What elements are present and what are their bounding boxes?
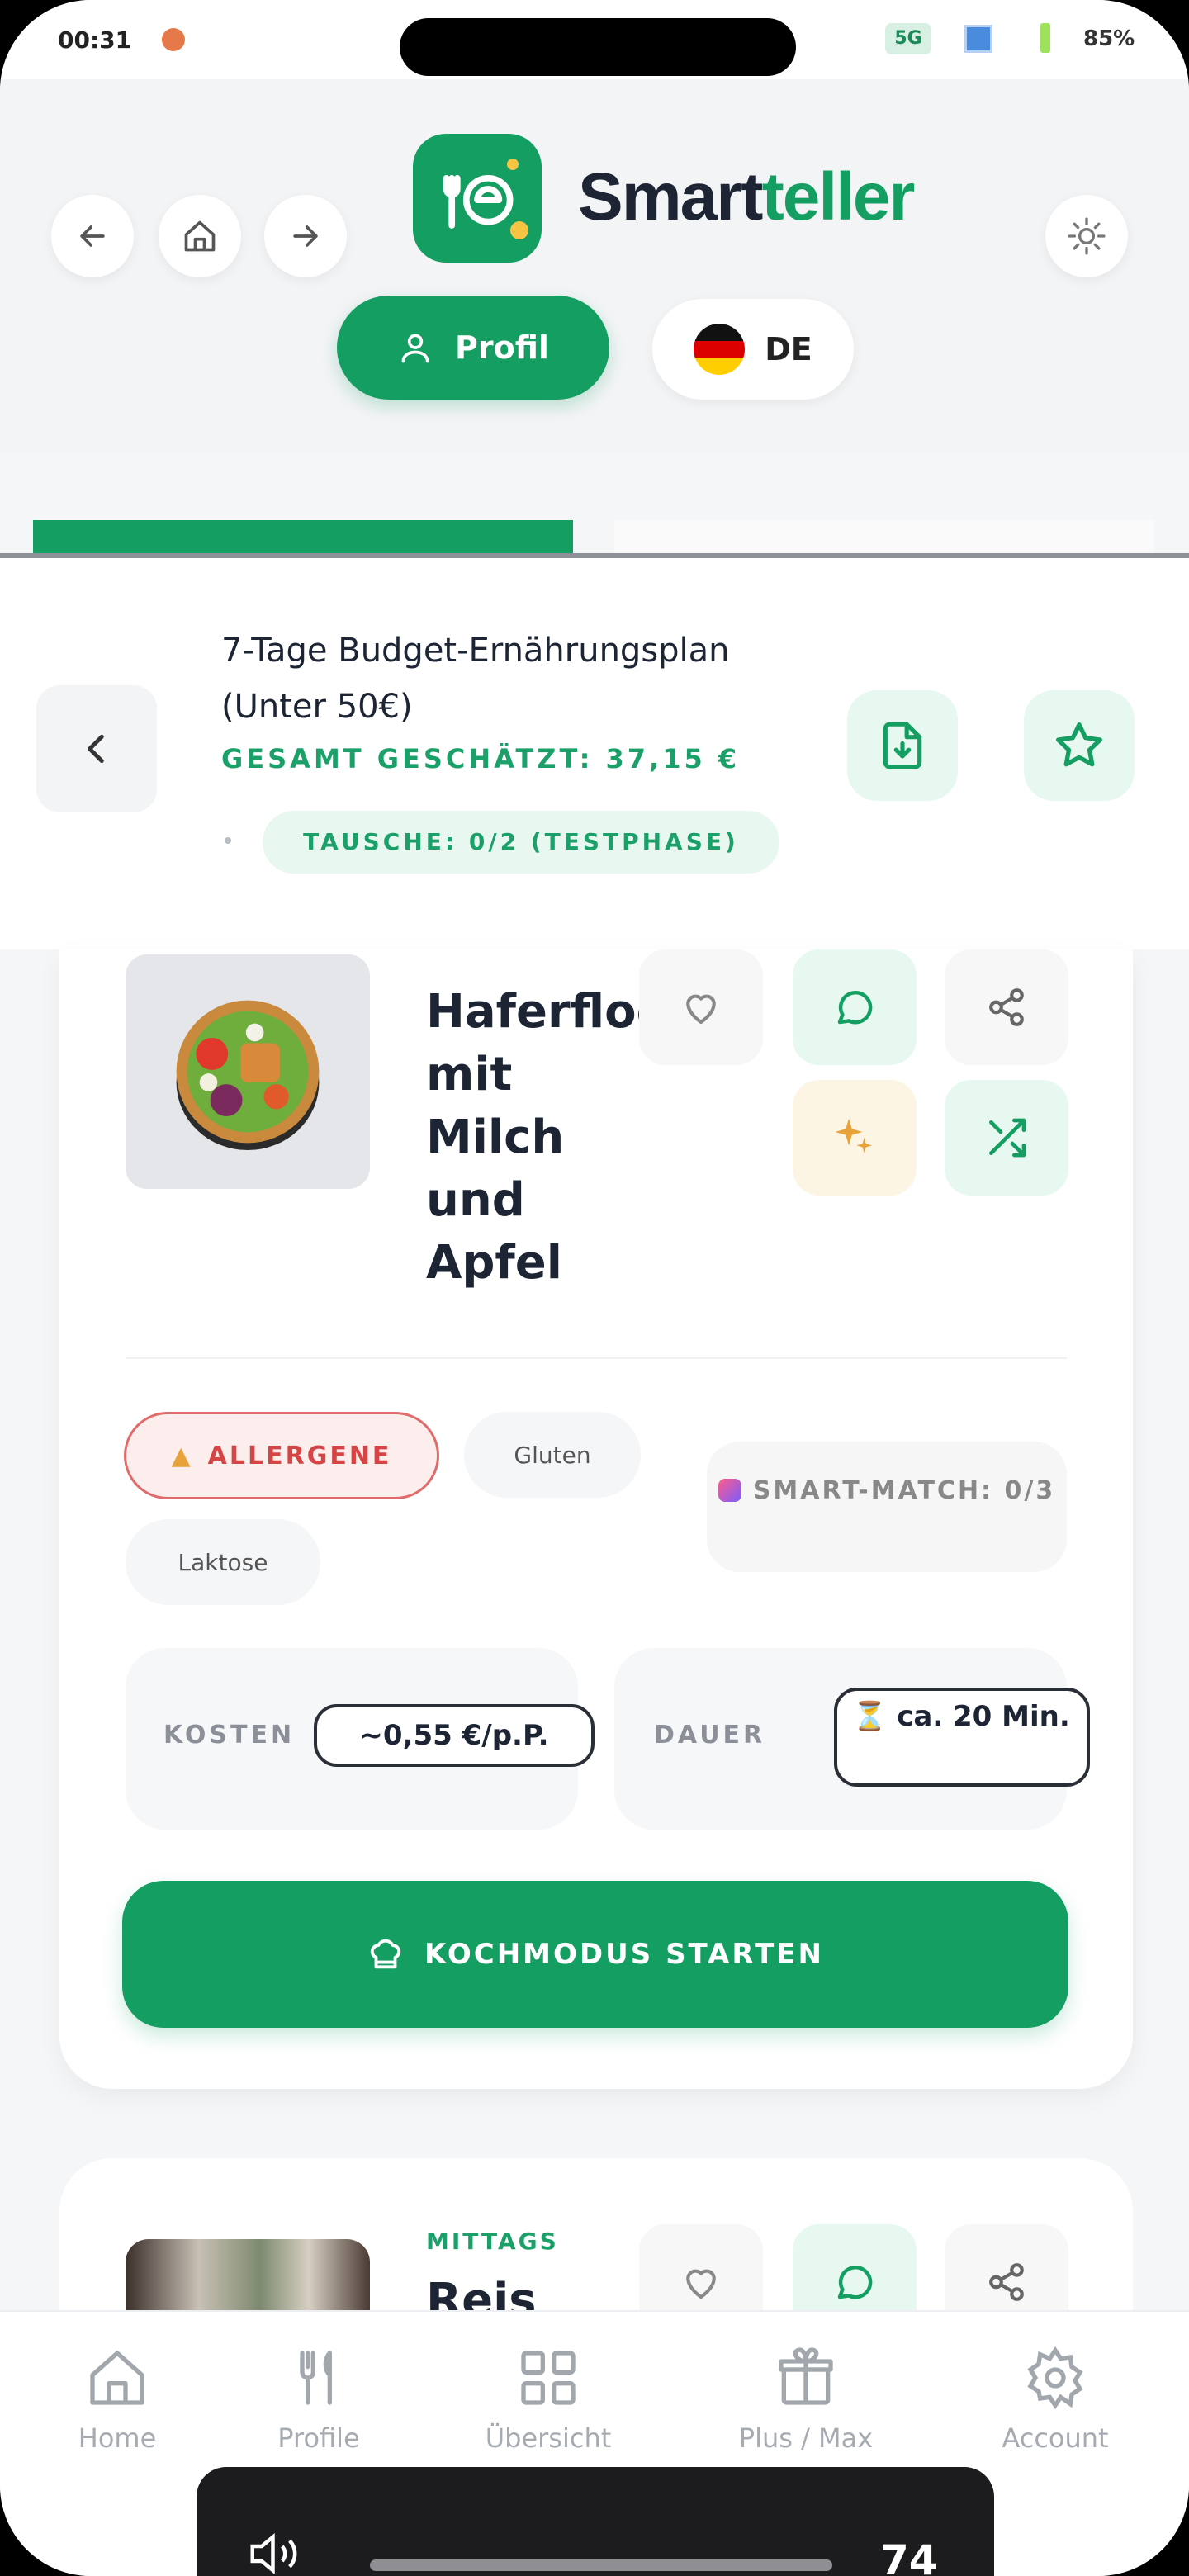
star-icon xyxy=(1056,722,1102,767)
plan-title: 7-Tage Budget-Ernährungsplan (Unter 50€) xyxy=(221,632,730,726)
chat-bubble-icon xyxy=(837,991,873,1025)
fork-knife-icon xyxy=(300,2351,332,2405)
start-cooking-button[interactable]: KOCHMODUS STARTEN xyxy=(122,1881,1068,2028)
battery-icon xyxy=(1040,23,1050,53)
swap-indicator-dot xyxy=(225,837,231,844)
user-icon xyxy=(401,334,429,363)
heart-icon xyxy=(686,994,716,1025)
chevron-left-icon xyxy=(88,734,104,764)
shuffle-icon xyxy=(989,1118,1026,1158)
sparkle-icon xyxy=(835,1118,872,1153)
meal-category: MITTAGS xyxy=(426,2228,559,2255)
heart-icon xyxy=(686,2269,716,2299)
phone-screen: 00:31 5G 85% Smartteller Profil DE 7-Tag… xyxy=(0,0,1189,2576)
card-divider xyxy=(126,1357,1067,1359)
cost-value: ~0,55 €/p.P. xyxy=(314,1704,594,1767)
duration-value: ⏳ ca. 20 Min. xyxy=(834,1688,1090,1787)
smart-match-icon xyxy=(718,1479,741,1502)
nav-overview[interactable]: Übersicht xyxy=(449,2345,647,2454)
camera-notch xyxy=(400,18,796,76)
swap-meal-button[interactable] xyxy=(945,1080,1068,1196)
gallery-icon xyxy=(964,25,992,53)
share-icon xyxy=(989,988,1024,1026)
ai-sparkle-button[interactable] xyxy=(793,1080,917,1196)
chef-hat-icon xyxy=(370,1939,401,1969)
notification-icon xyxy=(162,28,185,51)
back-arrow-icon[interactable] xyxy=(51,195,134,277)
speaker-icon xyxy=(250,2532,297,2575)
forward-arrow-icon[interactable] xyxy=(264,195,347,277)
volume-slider[interactable] xyxy=(370,2559,832,2571)
share-icon xyxy=(989,2263,1024,2301)
like-button[interactable] xyxy=(639,949,763,1065)
status-bar: 00:31 5G 85% xyxy=(0,0,1189,79)
plan-header: 7-Tage Budget-Ernährungsplan (Unter 50€)… xyxy=(0,558,1189,949)
export-pdf-button[interactable] xyxy=(847,690,958,801)
smartteller-logo[interactable] xyxy=(413,134,542,263)
profile-button[interactable]: Profil xyxy=(337,296,609,400)
dish-name: Haferflocken mit Milch und Apfel xyxy=(426,985,674,1290)
cost-label: KOSTEN xyxy=(163,1721,296,1750)
gear-icon xyxy=(1027,2346,1083,2410)
cost-box: KOSTEN ~0,55 €/p.P. xyxy=(126,1648,594,1830)
app-header: Smartteller Profil DE xyxy=(0,79,1189,586)
logo-accent-dot xyxy=(510,221,528,239)
plan-total-cost: GESAMT GESCHÄTZT: 37,15 € xyxy=(221,743,741,774)
allergens-badge: ▲ ALLERGENE xyxy=(124,1412,439,1499)
brand-name: Smartteller xyxy=(578,159,915,234)
swap-counter-badge: TAUSCHE: 0/2 (TESTPHASE) xyxy=(263,811,779,874)
volume-overlay: 74 xyxy=(197,2467,994,2576)
meal-photo xyxy=(126,954,370,1189)
timer-icon: ⏳ xyxy=(852,1700,898,1733)
nav-plus-max[interactable]: Plus / Max xyxy=(707,2345,905,2454)
nav-account[interactable]: Account xyxy=(956,2345,1154,2454)
german-flag-icon xyxy=(694,324,746,375)
duration-box: DAUER ⏳ ca. 20 Min. xyxy=(614,1648,1090,1830)
favorite-plan-button[interactable] xyxy=(1024,690,1135,801)
battery-percent: 85% xyxy=(1083,26,1135,51)
nav-home[interactable]: Home xyxy=(18,2345,216,2454)
nav-profile[interactable]: Profile xyxy=(220,2345,418,2454)
grid-icon xyxy=(521,2351,576,2405)
duration-label: DAUER xyxy=(654,1721,766,1750)
network-badge: 5G xyxy=(885,23,931,54)
home-icon xyxy=(90,2351,144,2405)
allergen-chip: Laktose xyxy=(126,1519,320,1605)
home-icon[interactable] xyxy=(159,195,241,277)
volume-level: 74 xyxy=(880,2536,938,2576)
gift-icon xyxy=(779,2347,833,2405)
file-download-icon xyxy=(883,722,922,769)
language-button[interactable]: DE xyxy=(652,299,854,400)
plan-back-button[interactable] xyxy=(36,685,157,812)
smart-match-badge: SMART-MATCH: 0/3 xyxy=(707,1442,1067,1572)
comment-button[interactable] xyxy=(793,949,917,1065)
chat-bubble-icon xyxy=(837,2266,873,2299)
allergen-chip: Gluten xyxy=(464,1412,641,1498)
meal-card: Haferflocken mit Milch und Apfel ▲ ALLER… xyxy=(59,949,1133,2089)
theme-toggle-icon[interactable] xyxy=(1045,195,1128,277)
logo-accent-dot xyxy=(504,155,522,173)
status-time: 00:31 xyxy=(58,26,132,54)
warning-icon: ▲ xyxy=(171,1441,193,1470)
share-button[interactable] xyxy=(945,949,1068,1065)
